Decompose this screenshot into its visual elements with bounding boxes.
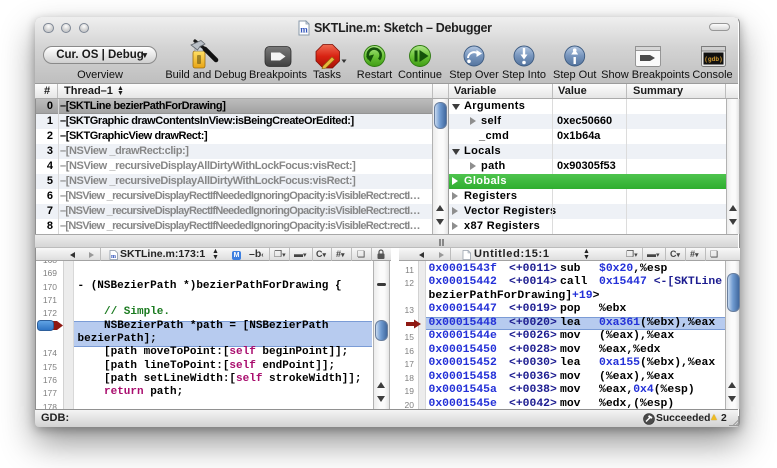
- svg-text:m: m: [111, 254, 116, 260]
- svg-text:(gdb): (gdb): [704, 56, 723, 63]
- svg-text:m: m: [300, 25, 308, 35]
